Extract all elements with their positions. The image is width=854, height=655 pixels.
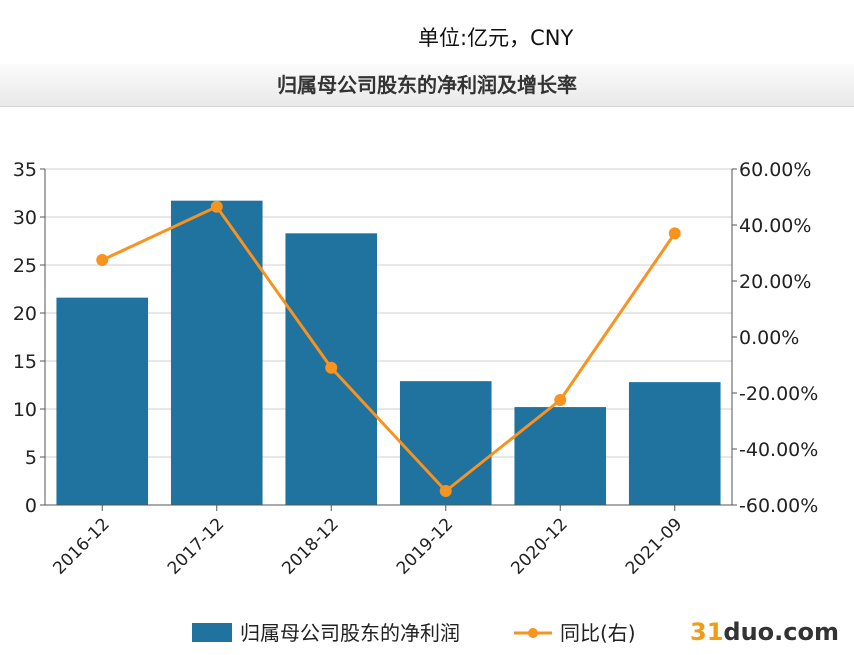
growth-point (210, 200, 223, 213)
left-tick-label: 25 (13, 255, 37, 277)
growth-point (439, 485, 452, 497)
bar (56, 297, 149, 505)
x-tick-label: 2021-09 (622, 514, 686, 578)
left-tick-label: 0 (25, 495, 37, 517)
bar-series (56, 200, 721, 505)
chart-canvas: 0 5 10 15 20 25 30 35 -60.00% -40.00% -20.00% 0.00%… (13, 159, 819, 645)
legend-label-bar: 归属母公司股东的净利润 (240, 621, 460, 645)
left-tick-label: 15 (13, 351, 37, 373)
right-tick-label: -20.00% (739, 383, 818, 405)
growth-point (554, 394, 567, 406)
legend: 归属母公司股东的净利润 同比(右) (192, 621, 636, 645)
legend-label-line: 同比(右) (560, 621, 636, 645)
bar (170, 200, 263, 505)
right-tick-label: 60.00% (739, 159, 811, 181)
left-tick-label: 30 (13, 207, 37, 229)
left-tick-label: 20 (13, 303, 37, 325)
left-tick-label: 10 (13, 399, 37, 421)
left-tick-label: 5 (25, 447, 37, 469)
growth-point (96, 254, 109, 266)
x-tick-label: 2017-12 (164, 514, 228, 578)
legend-swatch-bar (192, 623, 232, 642)
x-tick-label: 2018-12 (278, 514, 342, 578)
right-tick-label: 20.00% (739, 271, 811, 293)
growth-point (325, 361, 338, 374)
right-tick-label: -60.00% (739, 495, 818, 517)
growth-point (668, 227, 681, 240)
bar (628, 382, 721, 505)
x-tick-label: 2016-12 (49, 514, 113, 578)
left-tick-label: 35 (13, 159, 37, 181)
right-tick-label: 40.00% (739, 215, 811, 237)
x-tick-label: 2020-12 (507, 514, 571, 578)
legend-marker-line (528, 628, 538, 638)
right-tick-label: -40.00% (739, 439, 818, 461)
watermark-logo: 31duo.com (690, 618, 840, 646)
x-tick-label: 2019-12 (393, 514, 457, 578)
right-tick-label: 0.00% (739, 327, 799, 349)
bar (514, 407, 607, 505)
